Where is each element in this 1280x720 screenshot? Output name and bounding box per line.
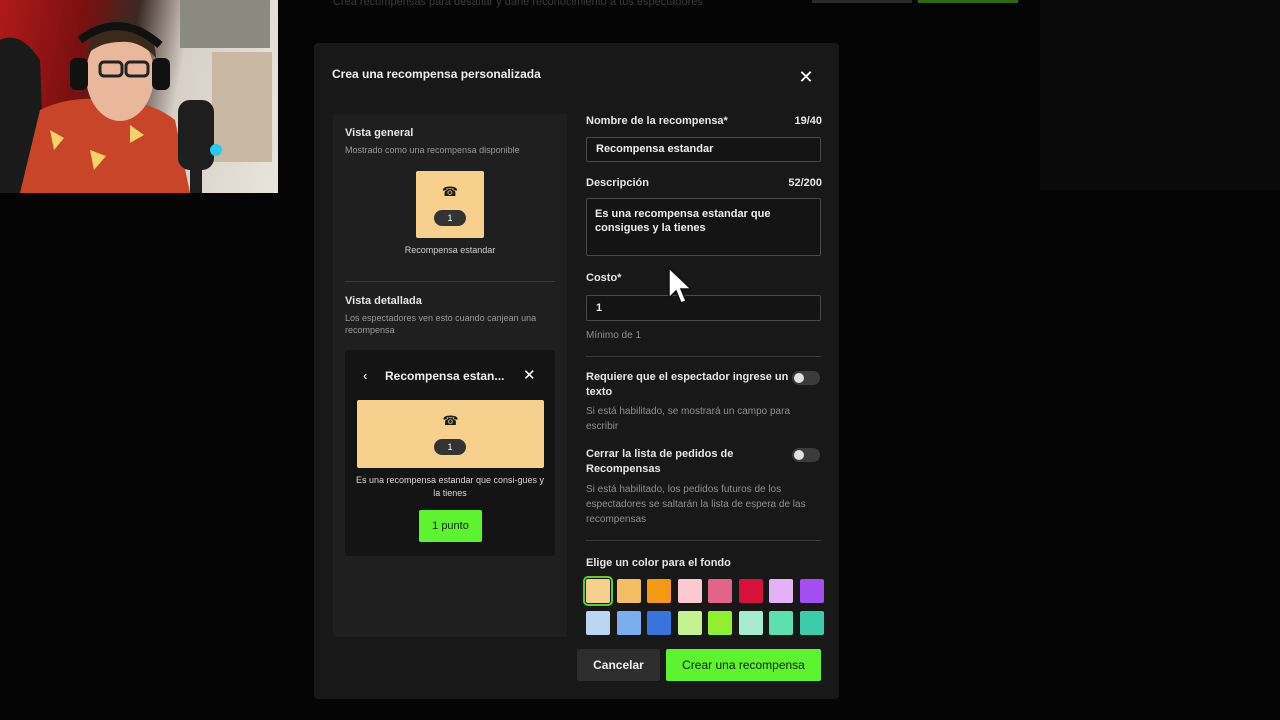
color-swatch[interactable]	[616, 579, 641, 603]
reward-tile-preview: ☎ 1	[416, 171, 484, 238]
color-swatch[interactable]	[708, 611, 732, 635]
color-swatch[interactable]	[738, 611, 763, 635]
name-label: Nombre de la recompensa*	[586, 115, 728, 127]
cancel-button[interactable]: Cancelar	[577, 649, 660, 681]
phone-icon: ☎	[442, 413, 459, 428]
toggle-knob	[794, 450, 804, 460]
require-text-toggle[interactable]	[792, 371, 820, 385]
color-swatch[interactable]	[769, 579, 793, 603]
tile-label: Recompensa estandar	[404, 245, 496, 255]
detail-card-banner: ☎ 1	[357, 400, 544, 468]
tile-cost-badge: 1	[434, 210, 466, 226]
background-panel	[1040, 0, 1280, 190]
skip-queue-hint: Si está habilitado, los pedidos futuros …	[586, 484, 806, 525]
close-icon: ✕	[523, 367, 536, 384]
skip-queue-toggle[interactable]	[792, 448, 820, 462]
detail-heading: Vista detallada	[345, 295, 422, 307]
preview-divider	[345, 281, 555, 282]
color-swatch[interactable]	[769, 611, 793, 635]
description-textarea[interactable]: Es una recompensa estandar que consigues…	[586, 198, 821, 256]
name-char-count: 19/40	[794, 115, 822, 127]
page-subtitle: Crea recompensas para desafiar y darle r…	[333, 0, 703, 8]
skip-queue-label: Cerrar la lista de pedidos de Recompensa…	[586, 448, 734, 475]
reward-name-input[interactable]: Recompensa estandar	[586, 137, 821, 162]
color-swatch[interactable]	[708, 579, 732, 603]
detail-card-preview: ‹ Recompensa estan... ✕ ☎ 1 Es una recom…	[345, 350, 555, 556]
phone-icon: ☎	[441, 184, 459, 199]
background-button-edge	[812, 0, 912, 3]
color-swatch[interactable]	[586, 611, 610, 635]
color-swatch[interactable]	[738, 579, 763, 603]
require-text-hint: Si está habilitado, se mostrará un campo…	[586, 406, 790, 432]
reward-form: Nombre de la recompensa* 19/40 Recompens…	[583, 43, 824, 699]
color-swatch[interactable]	[583, 576, 613, 606]
mouse-cursor-icon	[668, 266, 693, 304]
description-label: Descripción	[586, 177, 649, 189]
webcam-overlay	[0, 0, 278, 193]
form-divider	[586, 540, 821, 541]
color-swatch[interactable]	[677, 579, 702, 603]
detail-card-title: Recompensa estan...	[385, 369, 505, 383]
detail-card-points-button: 1 punto	[419, 510, 482, 542]
color-swatch[interactable]	[677, 611, 702, 635]
overview-subtitle: Mostrado como una recompensa disponible	[345, 145, 520, 155]
detail-card-description: Es una recompensa estandar que consi-gue…	[355, 475, 545, 498]
color-swatch[interactable]	[799, 579, 824, 603]
cost-hint: Mínimo de 1	[586, 330, 642, 341]
background-primary-button-edge	[918, 0, 1018, 3]
color-swatch[interactable]	[647, 611, 671, 635]
toggle-knob	[794, 373, 804, 383]
webcam-illustration	[0, 0, 272, 193]
color-swatch[interactable]	[647, 579, 671, 603]
cost-label: Costo*	[586, 272, 622, 284]
color-swatch[interactable]	[799, 611, 824, 635]
detail-cost-badge: 1	[434, 439, 466, 455]
require-text-label: Requiere que el espectador ingrese un te…	[586, 371, 789, 398]
overview-heading: Vista general	[345, 127, 414, 139]
modal-title: Crea una recompensa personalizada	[332, 67, 541, 81]
preview-panel: Vista general Mostrado como una recompen…	[333, 114, 567, 637]
detail-subtitle: Los espectadores ven esto cuando canjean…	[345, 313, 537, 335]
description-char-count: 52/200	[788, 177, 822, 189]
cost-input[interactable]: 1	[586, 295, 821, 321]
create-reward-button[interactable]: Crear una recompensa	[666, 649, 821, 681]
form-divider	[586, 356, 821, 357]
chevron-left-icon: ‹	[363, 368, 368, 383]
color-swatch[interactable]	[616, 611, 641, 635]
create-reward-modal: Crea una recompensa personalizada ✕ Vist…	[314, 43, 839, 699]
color-label: Elige un color para el fondo	[586, 557, 731, 569]
